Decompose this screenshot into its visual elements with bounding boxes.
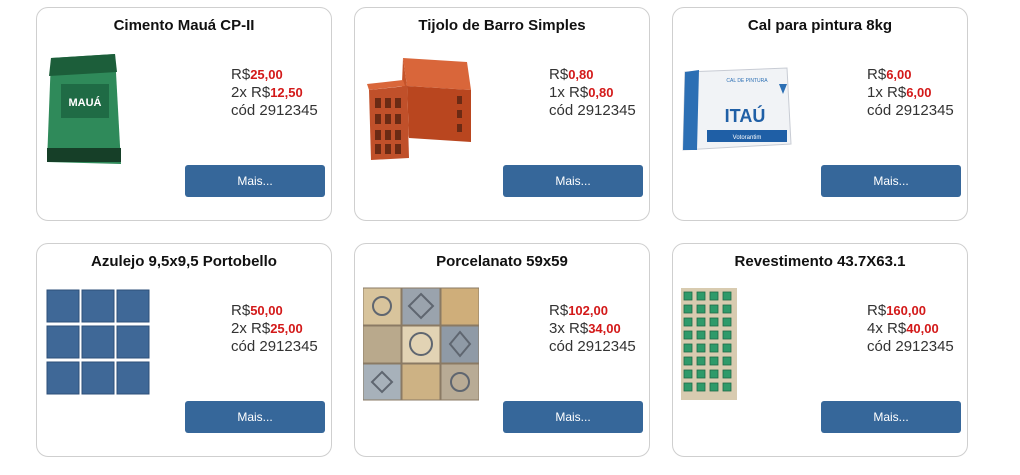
- cement-bag-icon: MAUÁ: [45, 50, 161, 166]
- product-card: Cimento Mauá CP-II MAUÁ R$25,00 2x R$12,…: [36, 7, 332, 221]
- price-block: R$102,00 3x R$34,00 cód 2912345: [549, 302, 636, 355]
- price-block: R$6,00 1x R$6,00 cód 2912345: [867, 66, 954, 119]
- product-title: Revestimento 43.7X63.1: [734, 253, 906, 270]
- product-code: 2912345: [895, 102, 954, 119]
- price-value: 102,00: [568, 303, 608, 318]
- product-title: Cal para pintura 8kg: [747, 17, 893, 34]
- price-block: R$25,00 2x R$12,50 cód 2912345: [231, 66, 318, 119]
- price-block: R$0,80 1x R$0,80 cód 2912345: [549, 66, 636, 119]
- more-button[interactable]: Mais...: [503, 165, 643, 197]
- product-code: 2912345: [577, 102, 636, 119]
- more-button[interactable]: Mais...: [185, 401, 325, 433]
- svg-text:CAL DE PINTURA: CAL DE PINTURA: [726, 78, 768, 84]
- more-button[interactable]: Mais...: [821, 165, 961, 197]
- more-button[interactable]: Mais...: [503, 401, 643, 433]
- blue-tiles-icon: [45, 286, 161, 402]
- svg-text:MAUÁ: MAUÁ: [69, 96, 102, 109]
- price-block: R$160,00 4x R$40,00 cód 2912345: [867, 302, 954, 355]
- patterned-tiles-icon: [363, 286, 479, 402]
- product-code: 2912345: [259, 102, 318, 119]
- svg-text:ITAÚ: ITAÚ: [725, 105, 766, 126]
- mosaic-tile-icon: [681, 286, 797, 402]
- price-value: 0,80: [568, 67, 594, 82]
- installment-value: 34,00: [588, 321, 621, 336]
- product-card: Azulejo 9,5x9,5 Portobello R$50,00 2x R$…: [36, 243, 332, 457]
- more-button[interactable]: Mais...: [821, 401, 961, 433]
- price-value: 25,00: [250, 67, 283, 82]
- product-title: Porcelanato 59x59: [436, 253, 568, 270]
- product-title: Cimento Mauá CP-II: [113, 17, 255, 34]
- svg-text:Votorantim: Votorantim: [733, 135, 762, 141]
- product-title: Tijolo de Barro Simples: [418, 17, 586, 34]
- installment-value: 25,00: [270, 321, 303, 336]
- product-card: Tijolo de Barro Simples R$0,80 1x R$0,80…: [354, 7, 650, 221]
- more-button[interactable]: Mais...: [185, 165, 325, 197]
- lime-bag-icon: CAL DE PINTURA ITAÚ Votorantim: [681, 50, 797, 166]
- product-card: Revestimento 43.7X63.1 R$160,00 4x R$40,…: [672, 243, 968, 457]
- product-card: Cal para pintura 8kg CAL DE PINTURA ITAÚ…: [672, 7, 968, 221]
- product-code: 2912345: [259, 338, 318, 355]
- price-value: 160,00: [886, 303, 926, 318]
- price-block: R$50,00 2x R$25,00 cód 2912345: [231, 302, 318, 355]
- product-code: 2912345: [577, 338, 636, 355]
- product-title: Azulejo 9,5x9,5 Portobello: [91, 253, 277, 270]
- installment-value: 6,00: [906, 85, 932, 100]
- installment-value: 40,00: [906, 321, 939, 336]
- price-value: 50,00: [250, 303, 283, 318]
- price-value: 6,00: [886, 67, 912, 82]
- clay-brick-icon: [363, 50, 479, 166]
- installment-value: 0,80: [588, 85, 614, 100]
- product-card: Porcelanato 59x59 R$102,00 3x R$34,00 có…: [354, 243, 650, 457]
- installment-value: 12,50: [270, 85, 303, 100]
- product-code: 2912345: [895, 338, 954, 355]
